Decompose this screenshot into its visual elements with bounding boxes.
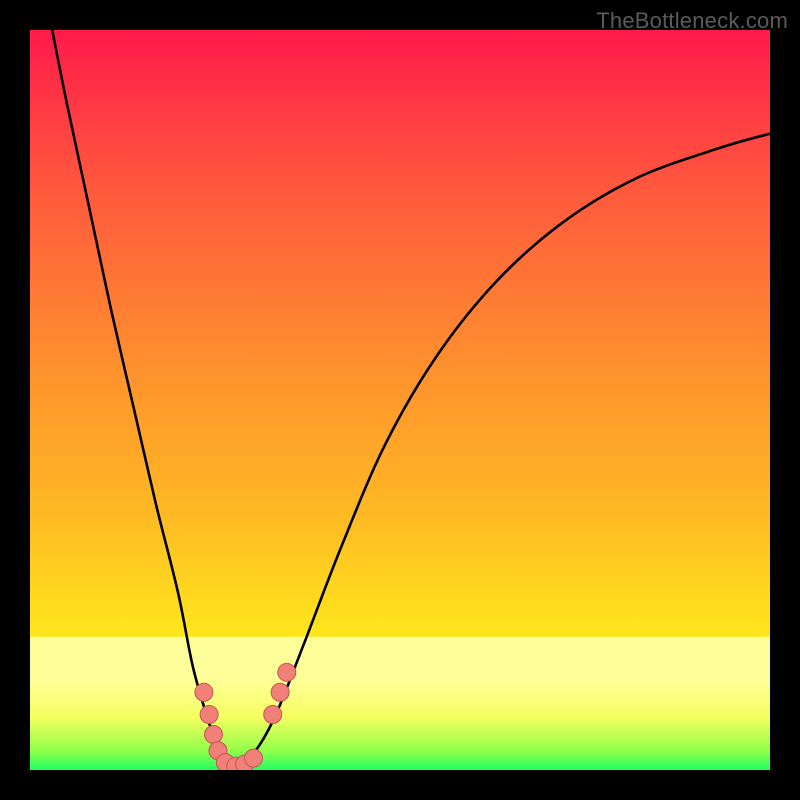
watermark-text: TheBottleneck.com <box>596 8 788 34</box>
curve-marker <box>195 683 213 701</box>
curve-marker <box>244 749 262 767</box>
curve-markers <box>195 663 296 770</box>
outer-frame: TheBottleneck.com <box>0 0 800 800</box>
curve-marker <box>205 725 223 743</box>
plot-area <box>30 30 770 770</box>
curve-marker <box>264 706 282 724</box>
curve-marker <box>271 683 289 701</box>
curve-marker <box>278 663 296 681</box>
curve-marker <box>200 706 218 724</box>
chart-svg <box>30 30 770 770</box>
bottleneck-curve <box>52 30 770 766</box>
